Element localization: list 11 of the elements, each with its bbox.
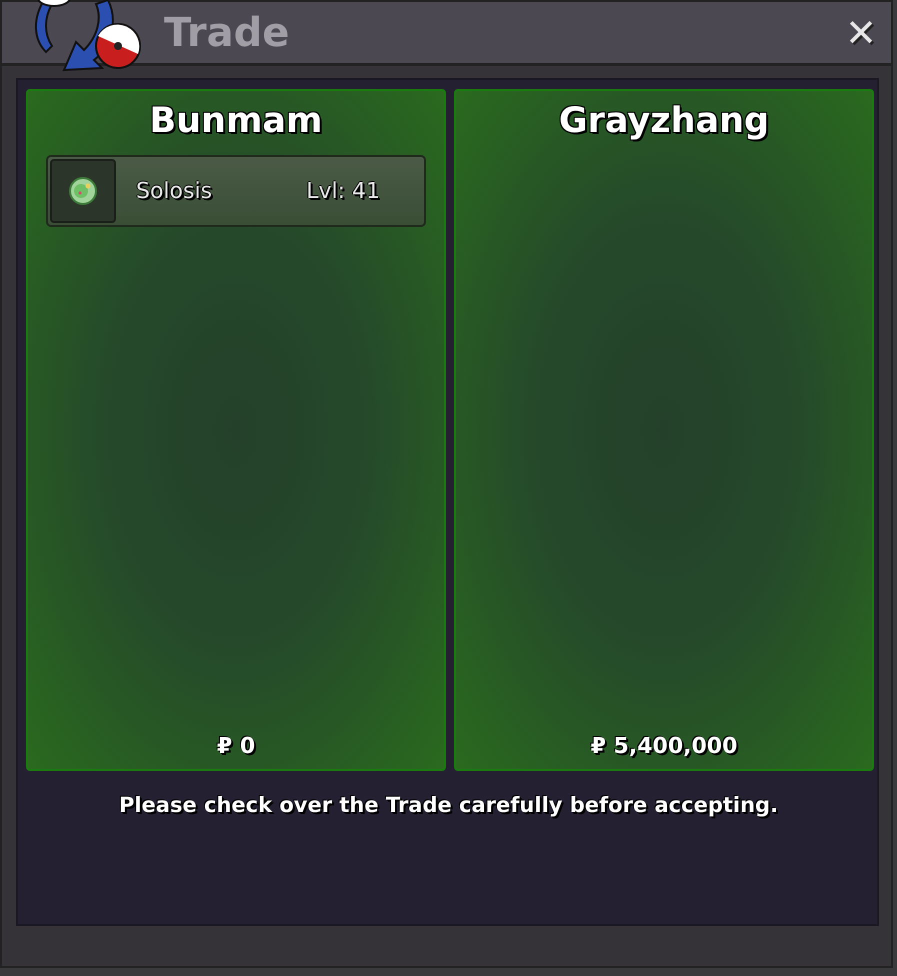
trade-message: Please check over the Trade carefully before accepting. [118, 793, 780, 817]
window-title: Trade [164, 10, 290, 56]
pokemon-icon [68, 176, 98, 206]
player-name: Grayzhang [558, 101, 770, 141]
money-amount: ₽ 0 [216, 734, 256, 759]
money-amount: ₽ 5,400,000 [590, 734, 738, 759]
pokemon-slot[interactable]: Solosis Lvl: 41 [46, 155, 426, 227]
pokemon-name: Solosis [136, 178, 214, 204]
pokemon-level: Lvl: 41 [306, 178, 380, 204]
player-name: Bunmam [148, 101, 324, 141]
close-button[interactable]: ✕ [841, 10, 881, 54]
